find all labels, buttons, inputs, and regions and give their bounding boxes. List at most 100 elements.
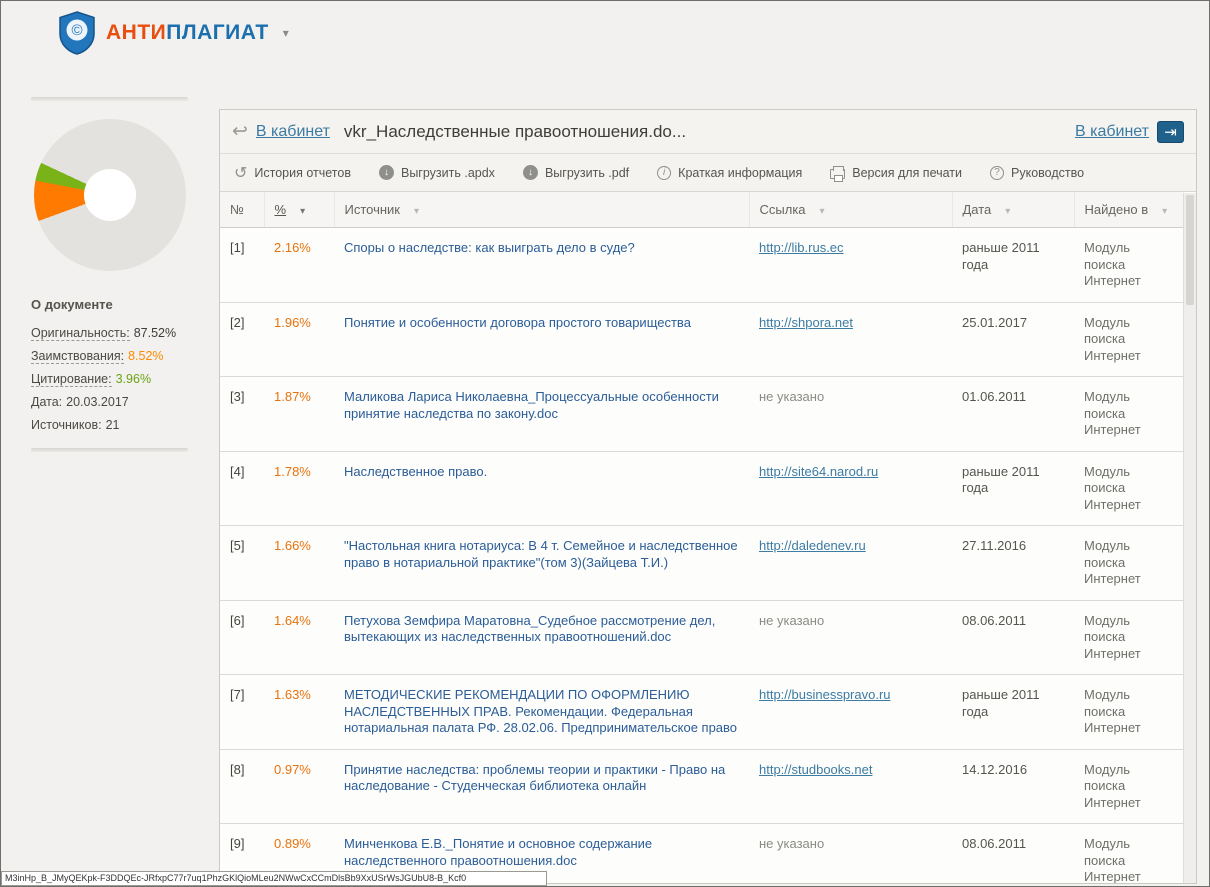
sidebar: О документе Оригинальность:87.52%Заимств… <box>31 97 188 452</box>
row-date: раньше 2011 года <box>962 240 1040 272</box>
source-row: [1]2.16%Споры о наследстве: как выиграть… <box>220 228 1184 303</box>
row-number: [7] <box>230 687 244 702</box>
toolbar-label: Краткая информация <box>678 166 802 180</box>
svg-text:©: © <box>71 22 82 39</box>
row-number: [6] <box>230 613 244 628</box>
report-toolbar: ↺История отчетов ↓Выгрузить .apdx ↓Выгрузи… <box>220 154 1196 192</box>
found-in: Модуль поиска Интернет <box>1084 389 1141 437</box>
sort-icon[interactable]: ▾ <box>820 206 825 217</box>
found-in: Модуль поиска Интернет <box>1084 240 1141 288</box>
stat-label-date: Дата: <box>31 395 62 409</box>
header-percent[interactable]: %▾ <box>264 192 334 228</box>
brand-anti: АНТИ <box>106 21 166 44</box>
status-bar: M3inHp_B_JMyQEKpk-F3DDQEc-JRfxpC77r7uq1P… <box>1 871 547 886</box>
header-source-label[interactable]: Источник <box>345 202 401 217</box>
source-row: [5]1.66%"Настольная книга нотариуса: В 4… <box>220 526 1184 601</box>
header-date[interactable]: Дата ▾ <box>952 192 1074 228</box>
toolbar-brief-info[interactable]: i Краткая информация <box>657 166 802 180</box>
table-scrollbar[interactable] <box>1183 193 1196 883</box>
source-title: Наследственное право. <box>344 464 487 479</box>
row-percent: 1.78% <box>274 464 311 479</box>
row-number: [4] <box>230 464 244 479</box>
source-title: Минченкова Е.В._Понятие и основное содер… <box>344 836 652 868</box>
toolbar-label: Выгрузить .apdx <box>401 166 495 180</box>
toolbar-export-pdf[interactable]: ↓Выгрузить .pdf <box>523 165 629 180</box>
row-date: 25.01.2017 <box>962 315 1027 330</box>
source-row: [4] 1.78% Наследственное право. http://site… <box>220 451 1184 526</box>
row-date: 27.11.2016 <box>962 538 1026 553</box>
question-icon: ? <box>990 166 1004 180</box>
source-link[interactable]: http://daledenev.ru <box>759 538 866 553</box>
found-in: Модуль поиска Интернет <box>1084 464 1141 512</box>
report-titlebar: ↩ В кабинет vkr_Наследственные правоотно… <box>220 110 1196 154</box>
header-found[interactable]: Найдено в ▾ <box>1074 192 1184 228</box>
header-num: № <box>220 192 264 228</box>
doc-stat-citations: Цитирование: 3.96% <box>31 372 188 386</box>
row-percent: 1.87% <box>274 389 311 404</box>
sort-icon[interactable]: ▾ <box>414 206 419 217</box>
toolbar-manual[interactable]: ?Руководство <box>990 166 1084 180</box>
stat-value-citations: 3.96% <box>116 372 151 386</box>
antiplagiat-shield-icon: © <box>58 11 96 55</box>
header-found-label[interactable]: Найдено в <box>1085 202 1149 217</box>
sort-icon[interactable]: ▾ <box>1005 206 1010 217</box>
source-link[interactable]: http://lib.rus.ec <box>759 240 844 255</box>
sidebar-separator-bottom <box>31 448 188 452</box>
sort-icon[interactable]: ▾ <box>300 206 305 217</box>
source-title: Петухова Земфира Маратовна_Судебное расс… <box>344 613 715 645</box>
found-in: Модуль поиска Интернет <box>1084 613 1141 661</box>
chevron-down-icon[interactable]: ▾ <box>283 26 289 40</box>
toolbar-export-apdx[interactable]: ↓Выгрузить .apdx <box>379 165 495 180</box>
source-link[interactable]: http://businesspravo.ru <box>759 687 891 702</box>
doc-stat-date: Дата: 20.03.2017 <box>31 395 188 409</box>
source-link[interactable]: http://site64.narod.ru <box>759 464 878 479</box>
stat-value-date: 20.03.2017 <box>66 395 129 409</box>
table-header-row: № %▾ Источник▾ Ссылка▾ Дата▾ Найдено в▾ <box>220 192 1184 228</box>
header-source[interactable]: Источник ▾ <box>334 192 749 228</box>
row-number: [5] <box>230 538 244 553</box>
report-panel: ↩ В кабинет vkr_Наследственные правоотно… <box>219 109 1197 884</box>
source-title: Принятие наследства: проблемы теории и п… <box>344 762 725 794</box>
header-num-label: № <box>230 202 244 217</box>
header-date-label[interactable]: Дата <box>963 202 992 217</box>
found-in: Модуль поиска Интернет <box>1084 315 1141 363</box>
cabinet-link-right[interactable]: В кабинет <box>1075 123 1149 141</box>
header-link-label[interactable]: Ссылка <box>760 202 806 217</box>
header-link[interactable]: Ссылка ▾ <box>749 192 952 228</box>
source-row: [8]0.97%Принятие наследства: проблемы те… <box>220 749 1184 824</box>
exit-to-cabinet-icon[interactable]: ⇥ <box>1157 121 1184 143</box>
source-row: [7]1.63%МЕТОДИЧЕСКИЕ РЕКОМЕНДАЦИИ ПО ОФО… <box>220 675 1184 750</box>
source-title: "Настольная книга нотариуса: В 4 т. Семе… <box>344 538 738 570</box>
originality-donut-chart <box>34 119 186 271</box>
sources-table: № %▾ Источник▾ Ссылка▾ Дата▾ Найдено в▾ … <box>220 192 1184 884</box>
stat-label-borrowings[interactable]: Заимствования: <box>31 349 124 364</box>
cabinet-link-left[interactable]: В кабинет <box>256 123 330 141</box>
link-not-specified: не указано <box>759 389 824 404</box>
header-percent-label[interactable]: % <box>275 202 287 217</box>
source-title: Маликова Лариса Николаевна_Процессуальны… <box>344 389 719 421</box>
found-in: Модуль поиска Интернет <box>1084 687 1141 735</box>
source-row: [2]1.96%Понятие и особенности договора п… <box>220 302 1184 377</box>
info-icon: i <box>657 166 671 180</box>
source-link[interactable]: http://studbooks.net <box>759 762 872 777</box>
row-percent: 1.63% <box>274 687 311 702</box>
row-date: 01.06.2011 <box>962 389 1026 404</box>
back-arrow-icon[interactable]: ↩ <box>232 120 248 143</box>
toolbar-print-version[interactable]: Версия для печати <box>830 166 962 180</box>
source-link[interactable]: http://shpora.net <box>759 315 853 330</box>
scrollbar-thumb[interactable] <box>1186 195 1194 305</box>
toolbar-report-history[interactable]: ↺История отчетов <box>234 163 351 183</box>
sources-table-wrap: № %▾ Источник▾ Ссылка▾ Дата▾ Найдено в▾ … <box>220 192 1196 884</box>
sort-icon[interactable]: ▾ <box>1162 206 1167 217</box>
link-not-specified: не указано <box>759 613 824 628</box>
toolbar-label: Выгрузить .pdf <box>545 166 629 180</box>
antiplagiat-logo[interactable]: АНТИПЛАГИАТ <box>106 21 269 45</box>
found-in: Модуль поиска Интернет <box>1084 538 1141 586</box>
row-percent: 0.97% <box>274 762 311 777</box>
stat-label-citations[interactable]: Цитирование: <box>31 372 112 387</box>
row-date: раньше 2011 года <box>962 687 1040 719</box>
row-number: [3] <box>230 389 244 404</box>
toolbar-label: Версия для печати <box>852 166 962 180</box>
source-row: [6]1.64%Петухова Земфира Маратовна_Судеб… <box>220 600 1184 675</box>
stat-label-originality[interactable]: Оригинальность: <box>31 326 130 341</box>
